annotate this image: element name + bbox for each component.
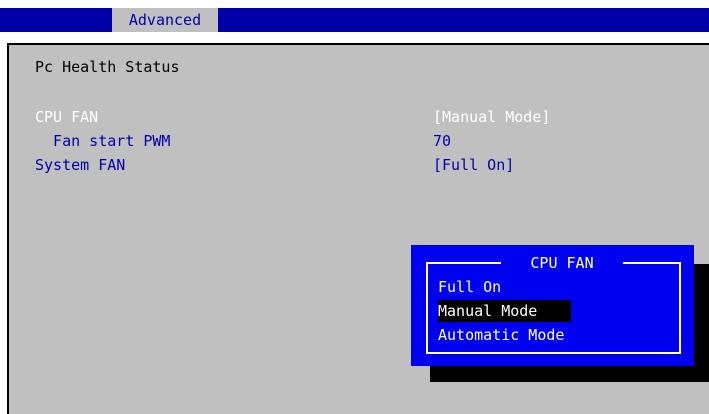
setting-value-system-fan[interactable]: [Full On] (433, 155, 514, 175)
setting-label-system-fan[interactable]: System FAN (35, 155, 125, 175)
popup-title: CPU FAN (530, 254, 594, 272)
setting-label-cpu-fan[interactable]: CPU FAN (35, 107, 98, 127)
popup-frame-line-right (623, 262, 681, 264)
setting-value-cpu-fan[interactable]: [Manual Mode] (433, 107, 550, 127)
option-full-on[interactable]: Full On (438, 276, 505, 298)
setting-value-fan-start-pwm[interactable]: 70 (433, 131, 451, 151)
setting-label-fan-start-pwm[interactable]: Fan start PWM (35, 131, 170, 151)
cpu-fan-popup: CPU FAN Full On Manual Mode Automatic Mo… (411, 245, 694, 366)
page-title: Pc Health Status (35, 58, 180, 76)
option-manual-mode[interactable]: Manual Mode (438, 300, 571, 322)
tab-advanced[interactable]: Advanced (112, 8, 218, 32)
option-automatic-mode[interactable]: Automatic Mode (438, 324, 568, 346)
popup-frame-line-left (426, 262, 501, 264)
menu-bar (0, 8, 709, 32)
